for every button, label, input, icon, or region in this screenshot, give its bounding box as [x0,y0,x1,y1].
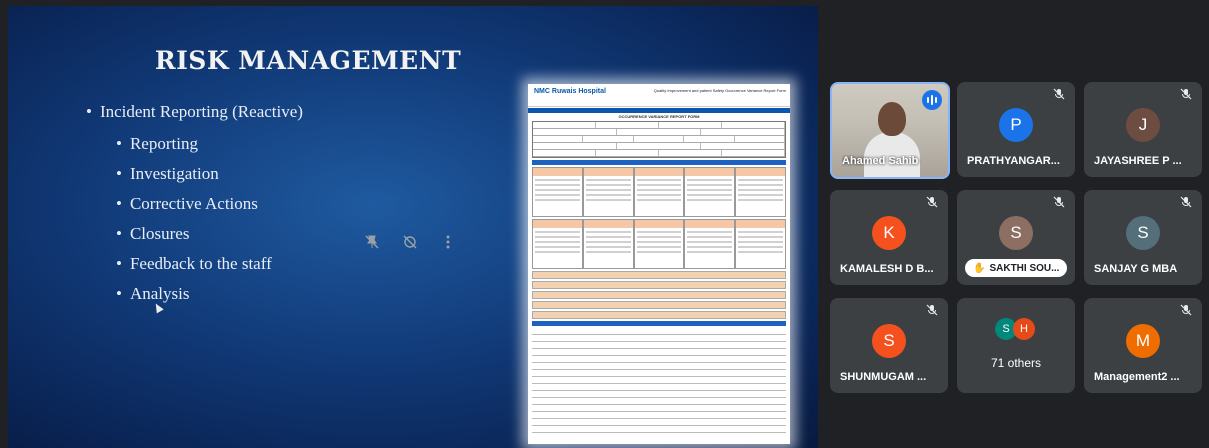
participant-tile-management2[interactable]: M Management2 ... [1084,298,1202,393]
slide-title: RISK MANAGEMENT [154,46,462,75]
bullet-sub: • Reporting [116,134,198,153]
participant-name: SHUNMUGAM ... [840,371,927,383]
bullet-sub: • Investigation [116,164,219,183]
avatar: P [999,108,1033,142]
participant-tile-shunmugam[interactable]: S SHUNMUGAM ... [830,298,948,393]
participant-tile-kamalesh[interactable]: K KAMALESH D B... [830,190,948,285]
avatar: S [999,216,1033,250]
bullet-sub: • Corrective Actions [116,194,258,213]
bullet-sub: • Feedback to the staff [116,254,272,273]
mic-off-icon [1180,196,1194,210]
mic-off-icon [926,196,940,210]
mic-off-icon [1053,196,1067,210]
participant-name: SANJAY G MBA [1094,263,1178,275]
participant-tile-sakthi[interactable]: S ✋ SAKTHI SOU... [957,190,1075,285]
avatar: S [872,324,906,358]
others-count: 71 others [990,356,1042,370]
participant-name: JAYASHREE P ... [1094,155,1182,167]
participant-name-pill: ✋ SAKTHI SOU... [965,259,1068,277]
participant-name: SAKTHI SOU... [989,262,1060,274]
bullet-sub: • Closures [116,224,190,243]
mic-off-icon [926,304,940,318]
pin-off-icon[interactable] [360,230,384,254]
hand-icon: ✋ [973,262,986,274]
participant-tile-others[interactable]: S H 71 others [957,298,1075,393]
participant-name: Ahamed Sahib [842,155,919,167]
hide-icon[interactable] [398,230,422,254]
speaking-indicator-icon [922,90,942,110]
avatar: J [1126,108,1160,142]
avatar: S [1126,216,1160,250]
participant-tile-ahamed[interactable]: Ahamed Sahib [830,82,950,179]
participant-tile-prathyangar[interactable]: P PRATHYANGAR... [957,82,1075,177]
more-vert-icon[interactable] [436,230,460,254]
presentation-stage: RISK MANAGEMENT • Incident Reporting (Rea… [0,0,818,448]
participant-tile-jayashree[interactable]: J JAYASHREE P ... [1084,82,1202,177]
shared-slide: RISK MANAGEMENT • Incident Reporting (Rea… [8,6,818,448]
bullet-list: • Incident Reporting (Reactive) • Reportin… [86,102,303,314]
form-title: OCCURRENCE VARIANCE REPORT FORM [618,114,700,119]
participant-name: KAMALESH D B... [840,263,934,275]
participants-panel: Ahamed Sahib P PRATHYANGAR... J JAYASHRE… [818,0,1209,448]
bullet-sub: • Analysis [116,284,190,303]
form-title-bar [528,108,790,113]
mic-off-icon [1180,88,1194,102]
avatar: H [1013,318,1035,340]
avatar: K [872,216,906,250]
participant-name: Management2 ... [1094,371,1180,383]
tile-overlay-controls [360,230,460,254]
participant-name: PRATHYANGAR... [967,155,1060,167]
form-header: Quality Improvement and patient Safety O… [653,88,786,93]
hospital-logo: NMC Ruwais Hospital [534,88,606,95]
mic-off-icon [1180,304,1194,318]
bullet-main: • Incident Reporting (Reactive) [86,102,303,121]
avatar: M [1126,324,1160,358]
report-form-image: NMC Ruwais Hospital Quality Improvement … [528,84,790,444]
participant-tile-sanjay[interactable]: S SANJAY G MBA [1084,190,1202,285]
mic-off-icon [1053,88,1067,102]
